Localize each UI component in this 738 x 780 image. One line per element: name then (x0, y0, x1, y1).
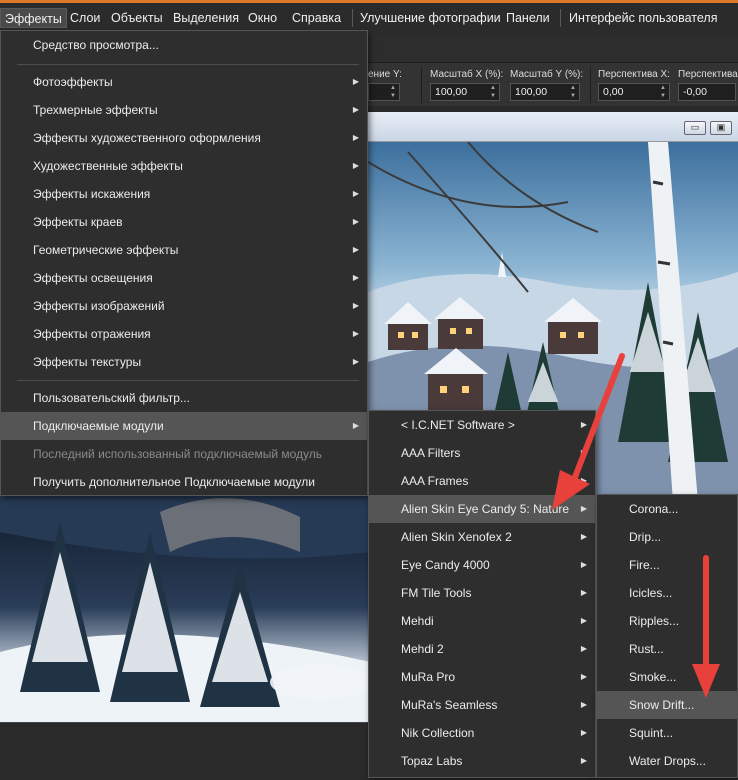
menu-separator (17, 64, 359, 65)
menu-item-browser[interactable]: Средство просмотра... (1, 31, 367, 59)
submenu-arrow-icon: ▶ (352, 245, 359, 254)
tool-options-bar: ение Y: ▲ ▼ Масштаб X (%): 100,00 ▲ ▼ Масшт… (368, 34, 738, 106)
submenu-arrow-icon: ▶ (580, 756, 587, 765)
plugin-eye-candy-4000[interactable]: Eye Candy 4000 ▶ (369, 551, 595, 579)
plugin-nik-collection[interactable]: Nik Collection ▶ (369, 719, 595, 747)
menu-item-edge-effects[interactable]: Эффекты краев ▶ (1, 208, 367, 236)
submenu-arrow-icon: ▶ (352, 189, 359, 198)
plugin-topaz-labs[interactable]: Topaz Labs ▶ (369, 747, 595, 775)
submenu-arrow-icon: ▶ (580, 672, 587, 681)
submenu-arrow-icon: ▶ (352, 217, 359, 226)
position-y-input[interactable]: ▲ ▼ (368, 83, 400, 101)
menu-item-3d-effects[interactable]: Трехмерные эффекты ▶ (1, 96, 367, 124)
status-area (0, 722, 368, 780)
menu-palettes[interactable]: Панели (502, 8, 554, 28)
effects-dropdown-menu: Средство просмотра... Фотоэффекты ▶ Трехм… (0, 30, 368, 496)
submenu-arrow-icon: ▶ (352, 357, 359, 366)
submenu-arrow-icon: ▶ (580, 700, 587, 709)
spin-arrows-icon[interactable]: ▲ ▼ (388, 84, 398, 100)
toolbar-separator (590, 67, 591, 103)
submenu-arrow-icon: ▶ (580, 588, 587, 597)
plugin-fm-tile-tools[interactable]: FM Tile Tools ▶ (369, 579, 595, 607)
scale-x-input[interactable]: 100,00 ▲ ▼ (430, 83, 500, 101)
menu-item-illumination-effects[interactable]: Эффекты освещения ▶ (1, 264, 367, 292)
menu-item-texture-effects[interactable]: Эффекты текстуры ▶ (1, 348, 367, 376)
submenu-arrow-icon: ▶ (352, 77, 359, 86)
menu-item-get-more-plugins[interactable]: Получить дополнительное Подключаемые мод… (1, 468, 367, 496)
menu-item-image-effects[interactable]: Эффекты изображений ▶ (1, 292, 367, 320)
scale-y-input[interactable]: 100,00 ▲ ▼ (510, 83, 580, 101)
nature-water-drops[interactable]: Water Drops... (597, 747, 737, 775)
menu-selections[interactable]: Выделения (169, 8, 243, 28)
snowy-trees-image (0, 492, 370, 722)
nature-drip[interactable]: Drip... (597, 523, 737, 551)
menu-window[interactable]: Окно (244, 8, 281, 28)
menu-separator (17, 380, 359, 381)
plugin-mehdi-2[interactable]: Mehdi 2 ▶ (369, 635, 595, 663)
menu-item-art-media-effects[interactable]: Эффекты художественного оформления ▶ (1, 124, 367, 152)
submenu-arrow-icon: ▶ (352, 133, 359, 142)
submenu-arrow-icon: ▶ (580, 644, 587, 653)
menu-help[interactable]: Справка (288, 8, 345, 28)
spin-arrows-icon[interactable]: ▲ ▼ (658, 84, 668, 100)
menu-item-photo-effects[interactable]: Фотоэффекты ▶ (1, 68, 367, 96)
submenu-arrow-icon: ▶ (352, 421, 359, 430)
perspective-y-field: Перспектива -0,00 (678, 69, 738, 101)
plugin-mura-seamless[interactable]: MuRa's Seamless ▶ (369, 691, 595, 719)
spin-arrows-icon[interactable]: ▲ ▼ (488, 84, 498, 100)
menu-item-last-plugin: Последний использованный подключаемый мо… (33, 447, 323, 461)
submenu-arrow-icon: ▶ (352, 105, 359, 114)
plugin-xenofex[interactable]: Alien Skin Xenofex 2 ▶ (369, 523, 595, 551)
toolbar-separator (421, 67, 422, 103)
menu-objects[interactable]: Объекты (107, 8, 167, 28)
menu-item-plugins[interactable]: Подключаемые модули ▶ (1, 412, 367, 440)
submenu-arrow-icon: ▶ (352, 161, 359, 170)
menu-item-user-defined-filter[interactable]: Пользовательский фильтр... (1, 384, 367, 412)
perspective-x-input[interactable]: 0,00 ▲ ▼ (598, 83, 670, 101)
submenu-arrow-icon: ▶ (352, 329, 359, 338)
canvas-image-lower (0, 492, 370, 722)
maximize-icon[interactable]: ▣ (710, 121, 732, 135)
plugin-mura-pro[interactable]: MuRa Pro ▶ (369, 663, 595, 691)
scale-y-field: Масштаб Y (%): 100,00 ▲ ▼ (510, 69, 584, 101)
menu-effects[interactable]: Эффекты (0, 8, 67, 28)
red-pointer-arrow-icon (552, 353, 625, 510)
submenu-arrow-icon: ▶ (352, 273, 359, 282)
menubar: Эффекты Слои Объекты Выделения Окно Спра… (0, 0, 738, 34)
image-window-titlebar: ▭ ▣ (368, 112, 738, 142)
submenu-arrow-icon: ▶ (580, 532, 587, 541)
submenu-arrow-icon: ▶ (580, 560, 587, 569)
submenu-arrow-icon: ▶ (580, 728, 587, 737)
submenu-arrow-icon: ▶ (580, 616, 587, 625)
red-pointer-arrow-icon (692, 555, 720, 698)
scale-x-field: Масштаб X (%): 100,00 ▲ ▼ (430, 69, 504, 101)
menu-item-reflection-effects[interactable]: Эффекты отражения ▶ (1, 320, 367, 348)
position-y-field: ение Y: ▲ ▼ (368, 69, 402, 101)
menu-item-artistic-effects[interactable]: Художественные эффекты ▶ (1, 152, 367, 180)
menu-item-distortion-effects[interactable]: Эффекты искажения ▶ (1, 180, 367, 208)
spin-arrows-icon[interactable]: ▲ ▼ (568, 84, 578, 100)
menu-layers[interactable]: Слои (66, 8, 104, 28)
menu-user-interface[interactable]: Интерфейс пользователя (565, 8, 721, 28)
menu-photo-enhance[interactable]: Улучшение фотографии (356, 8, 505, 28)
plugin-mehdi[interactable]: Mehdi ▶ (369, 607, 595, 635)
menu-item-geometric-effects[interactable]: Геометрические эффекты ▶ (1, 236, 367, 264)
menubar-accent-line (0, 0, 738, 3)
perspective-x-field: Перспектива X: 0,00 ▲ ▼ (598, 69, 670, 101)
submenu-arrow-icon: ▶ (352, 301, 359, 310)
menubar-separator (352, 9, 353, 27)
perspective-y-input[interactable]: -0,00 (678, 83, 736, 101)
nature-squint[interactable]: Squint... (597, 719, 737, 747)
minimize-icon[interactable]: ▭ (684, 121, 706, 135)
menubar-separator (560, 9, 561, 27)
